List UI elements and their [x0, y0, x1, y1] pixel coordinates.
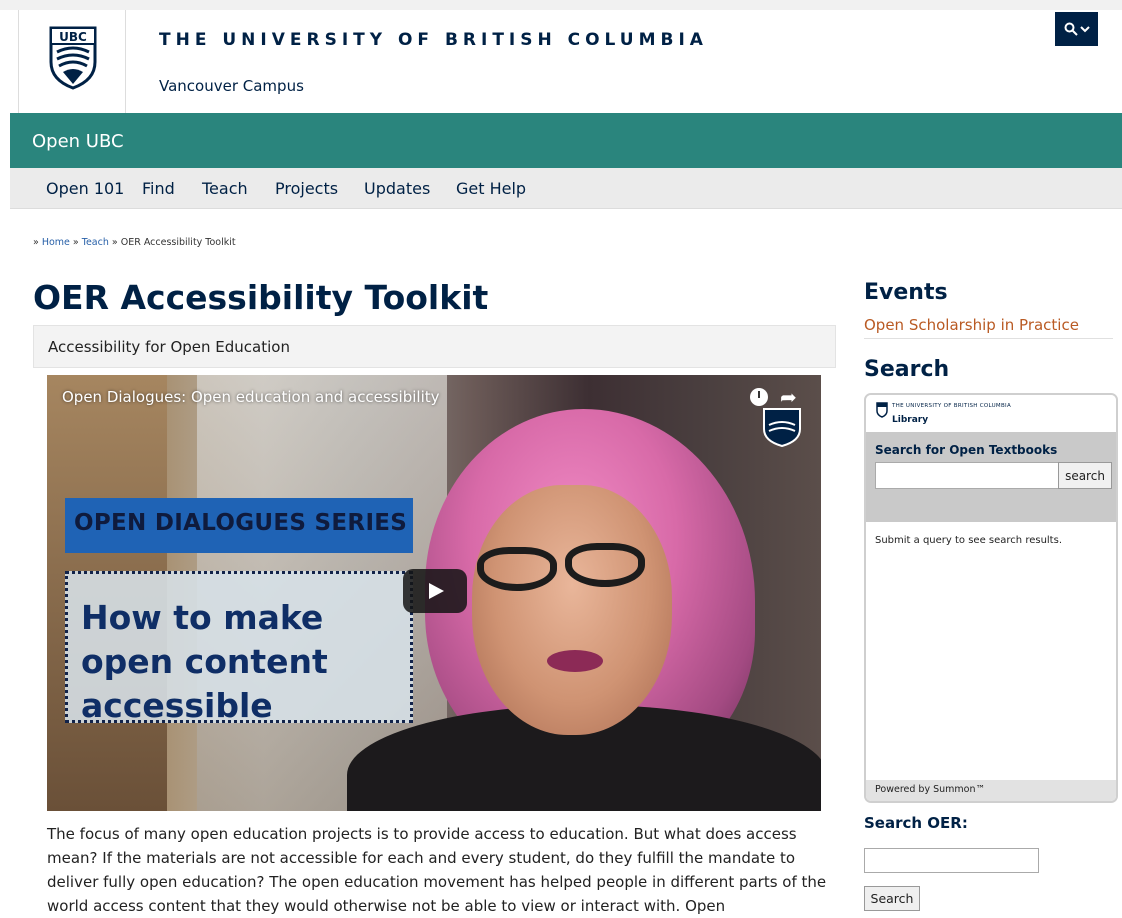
search-icon [1064, 22, 1078, 36]
nav-item-updates[interactable]: Updates [364, 179, 430, 198]
library-name: Library [892, 415, 929, 425]
section-label: Accessibility for Open Education [48, 338, 290, 356]
page-title: OER Accessibility Toolkit [33, 278, 489, 317]
breadcrumb-home-link[interactable]: Home [42, 237, 70, 248]
ubc-watermark-icon [763, 408, 801, 447]
breadcrumb-prefix: » [33, 237, 42, 248]
breadcrumb: » Home » Teach » OER Accessibility Toolk… [33, 237, 236, 248]
library-footer: Powered by Summon™ [866, 780, 1116, 801]
video-person-face [472, 485, 672, 735]
oer-search-button[interactable]: Search [864, 886, 920, 911]
top-strip [0, 0, 1122, 10]
video-person-lips [547, 650, 603, 672]
events-heading: Events [864, 280, 948, 305]
video-headline: How to make open content accessible [81, 598, 328, 725]
textbook-search-button[interactable]: search [1058, 462, 1112, 489]
powered-by-text: Powered by Summon™ [875, 784, 985, 795]
library-result-text: Submit a query to see search results. [875, 535, 1062, 546]
breadcrumb-separator: » [69, 237, 82, 248]
video-player[interactable]: Open Dialogues: Open education and acces… [47, 375, 821, 811]
nav-item-teach[interactable]: Teach [202, 179, 248, 198]
ubc-brand-header: UBC THE UNIVERSITY OF BRITISH COLUMBIA V… [18, 10, 1122, 113]
campus-name[interactable]: Vancouver Campus [159, 77, 304, 95]
breadcrumb-current: OER Accessibility Toolkit [120, 237, 236, 248]
library-search-panel: Search for Open Textbooks search [866, 432, 1116, 522]
nav-item-get-help[interactable]: Get Help [456, 179, 526, 198]
library-search-label: Search for Open Textbooks [875, 443, 1058, 457]
library-search-widget: THE UNIVERSITY OF BRITISH COLUMBIA Libra… [864, 393, 1118, 803]
ubc-crest-logo[interactable]: UBC [18, 10, 126, 113]
play-button[interactable] [403, 569, 467, 613]
search-toggle-button[interactable] [1055, 12, 1098, 46]
search-oer-label: Search OER: [864, 814, 968, 832]
section-header: Accessibility for Open Education [33, 325, 836, 368]
site-bar: Open UBC [10, 113, 1122, 168]
video-glasses-right [565, 543, 645, 587]
ubc-crest-icon: UBC [49, 26, 97, 90]
search-heading: Search [864, 357, 950, 382]
divider [864, 338, 1113, 339]
intro-paragraph: The focus of many open education project… [47, 825, 827, 915]
nav-item-find[interactable]: Find [142, 179, 175, 198]
series-banner: OPEN DIALOGUES SERIES [65, 498, 413, 553]
video-headline-box: How to make open content accessible [65, 571, 413, 725]
main-nav: Open 101 Find Teach Projects Updates Get… [10, 168, 1122, 209]
breadcrumb-teach-link[interactable]: Teach [82, 237, 109, 248]
crest-text: UBC [59, 30, 87, 44]
breadcrumb-separator: » [108, 237, 121, 248]
event-link[interactable]: Open Scholarship in Practice [864, 316, 1079, 334]
watch-later-icon[interactable] [750, 388, 768, 406]
series-title: OPEN DIALOGUES SERIES [74, 510, 408, 536]
share-icon[interactable]: ➦ [780, 385, 797, 409]
chevron-down-icon [1079, 26, 1090, 33]
library-univ-name: THE UNIVERSITY OF BRITISH COLUMBIA [892, 403, 1012, 409]
video-glasses-left [477, 547, 557, 591]
site-name-link[interactable]: Open UBC [32, 131, 124, 152]
nav-item-open-101[interactable]: Open 101 [46, 179, 124, 198]
library-crest-icon [876, 402, 888, 418]
video-title[interactable]: Open Dialogues: Open education and acces… [62, 388, 440, 406]
nav-item-projects[interactable]: Projects [275, 179, 338, 198]
library-header: THE UNIVERSITY OF BRITISH COLUMBIA Libra… [866, 395, 1116, 432]
oer-search-input[interactable] [864, 848, 1039, 873]
textbook-search-input[interactable] [875, 462, 1059, 489]
university-name[interactable]: THE UNIVERSITY OF BRITISH COLUMBIA [159, 30, 708, 50]
